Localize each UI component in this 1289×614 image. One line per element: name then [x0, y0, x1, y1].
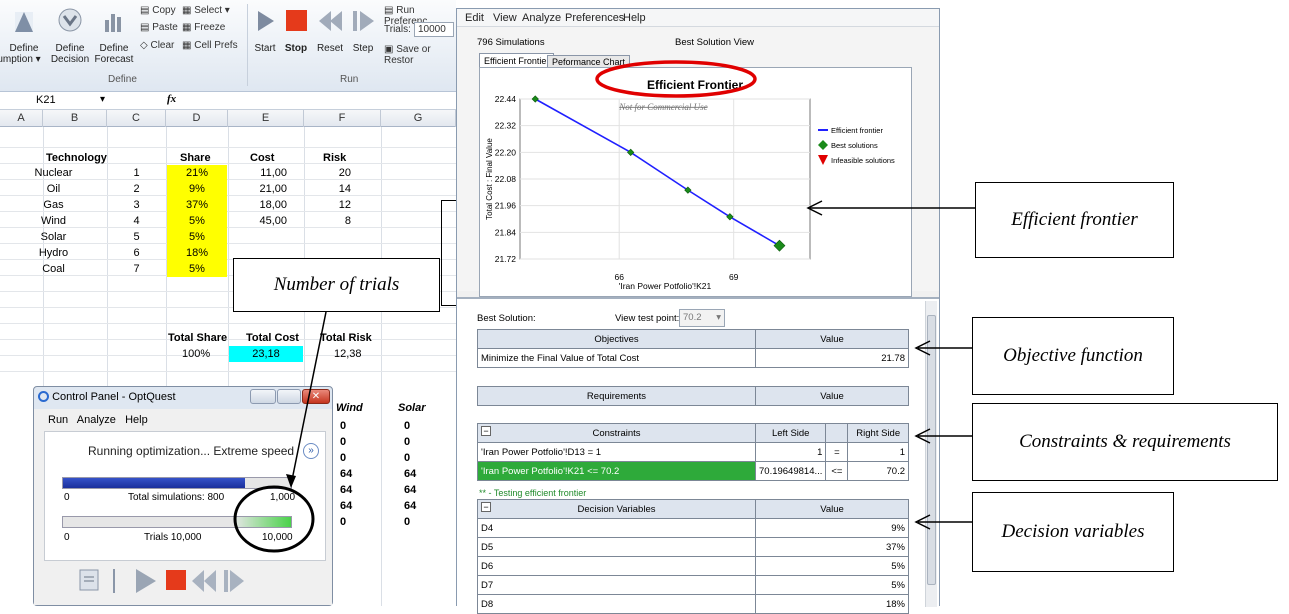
annotation-overlay — [233, 60, 975, 553]
title-highlight-ellipse — [595, 60, 757, 98]
trials-highlight-ellipse — [233, 485, 315, 553]
trials-arrow — [290, 311, 327, 486]
